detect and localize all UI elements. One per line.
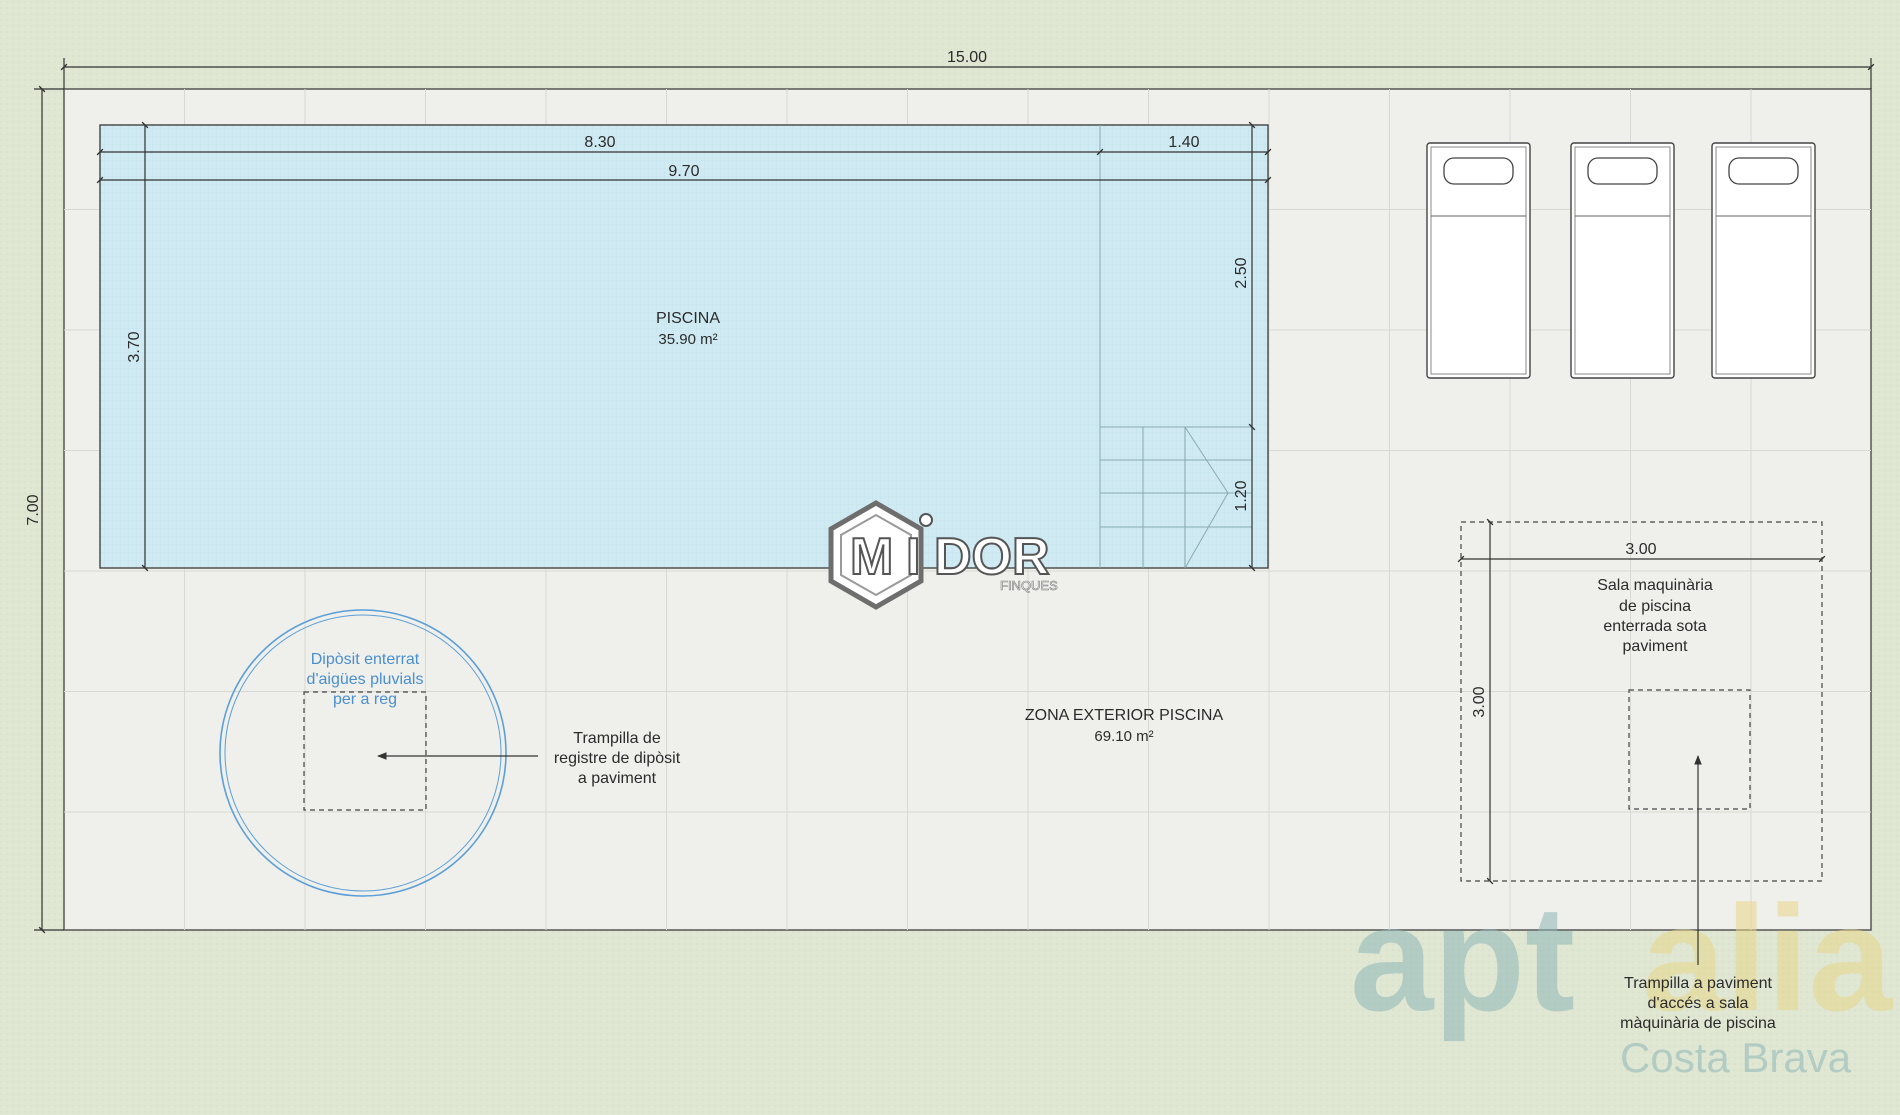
aptalia-logo-sub: Costa Brava (1620, 1034, 1852, 1081)
machine-hatch-label-2: d'accés a sala (1648, 995, 1749, 1012)
overall-width-dim: 15.00 (947, 49, 987, 66)
machine-room-label-3: enterrada sota (1603, 618, 1706, 635)
machine-hatch-label-3: màquinària de piscina (1620, 1015, 1776, 1032)
overall-height-dim: 7.00 (25, 494, 42, 525)
machine-hatch-label-1: Trampilla a paviment (1624, 975, 1772, 992)
tank-label-3: per a reg (333, 691, 397, 708)
pool-area: 35.90 m² (658, 331, 717, 348)
sun-lounger (1570, 142, 1675, 379)
tank-label-2: d'aigües pluvials (307, 671, 424, 688)
tank-hatch-label-3: a paviment (578, 770, 657, 787)
pool-main-length-dim: 8.30 (584, 134, 615, 151)
plan-drawing: 15.00 7.00 8.30 1.40 9.70 3.70 2.50 1.20… (0, 0, 1900, 1115)
tank-hatch-label-2: registre de dipòsit (554, 750, 681, 767)
lounger-pillow (1443, 157, 1514, 185)
midor-logo-m: M (850, 528, 893, 586)
machine-room-height-dim: 3.00 (1471, 686, 1488, 717)
machine-room-width-dim: 3.00 (1625, 541, 1656, 558)
midor-logo-i: I (906, 528, 920, 586)
machine-room-label-2: de piscina (1619, 598, 1691, 615)
lounger-pillow (1728, 157, 1799, 185)
machine-room-label-4: paviment (1623, 638, 1688, 655)
tank-label-1: Dipòsit enterrat (311, 651, 420, 668)
exterior-zone-name: ZONA EXTERIOR PISCINA (1025, 707, 1224, 724)
aptalia-logo-left: apt (1350, 874, 1575, 1042)
pool-steps-length-dim: 1.40 (1168, 134, 1199, 151)
lounger-pillow (1587, 157, 1658, 185)
pool-total-length-dim: 9.70 (668, 163, 699, 180)
machine-room-label-1: Sala maquinària (1597, 577, 1713, 594)
pool-upper-side-dim: 2.50 (1233, 257, 1250, 288)
midor-logo-sub: FINQUES (1000, 578, 1058, 593)
exterior-zone-area: 69.10 m² (1094, 728, 1153, 745)
sun-lounger (1711, 142, 1816, 379)
sun-lounger (1426, 142, 1531, 379)
pool-steps-side-dim: 1.20 (1233, 480, 1250, 511)
tank-hatch-label-1: Trampilla de (573, 730, 661, 747)
sun-loungers (1426, 142, 1816, 379)
pool-width-dim: 3.70 (126, 331, 143, 362)
floor-plan: 15.00 7.00 8.30 1.40 9.70 3.70 2.50 1.20… (0, 0, 1900, 1115)
pool-name: PISCINA (656, 310, 720, 327)
